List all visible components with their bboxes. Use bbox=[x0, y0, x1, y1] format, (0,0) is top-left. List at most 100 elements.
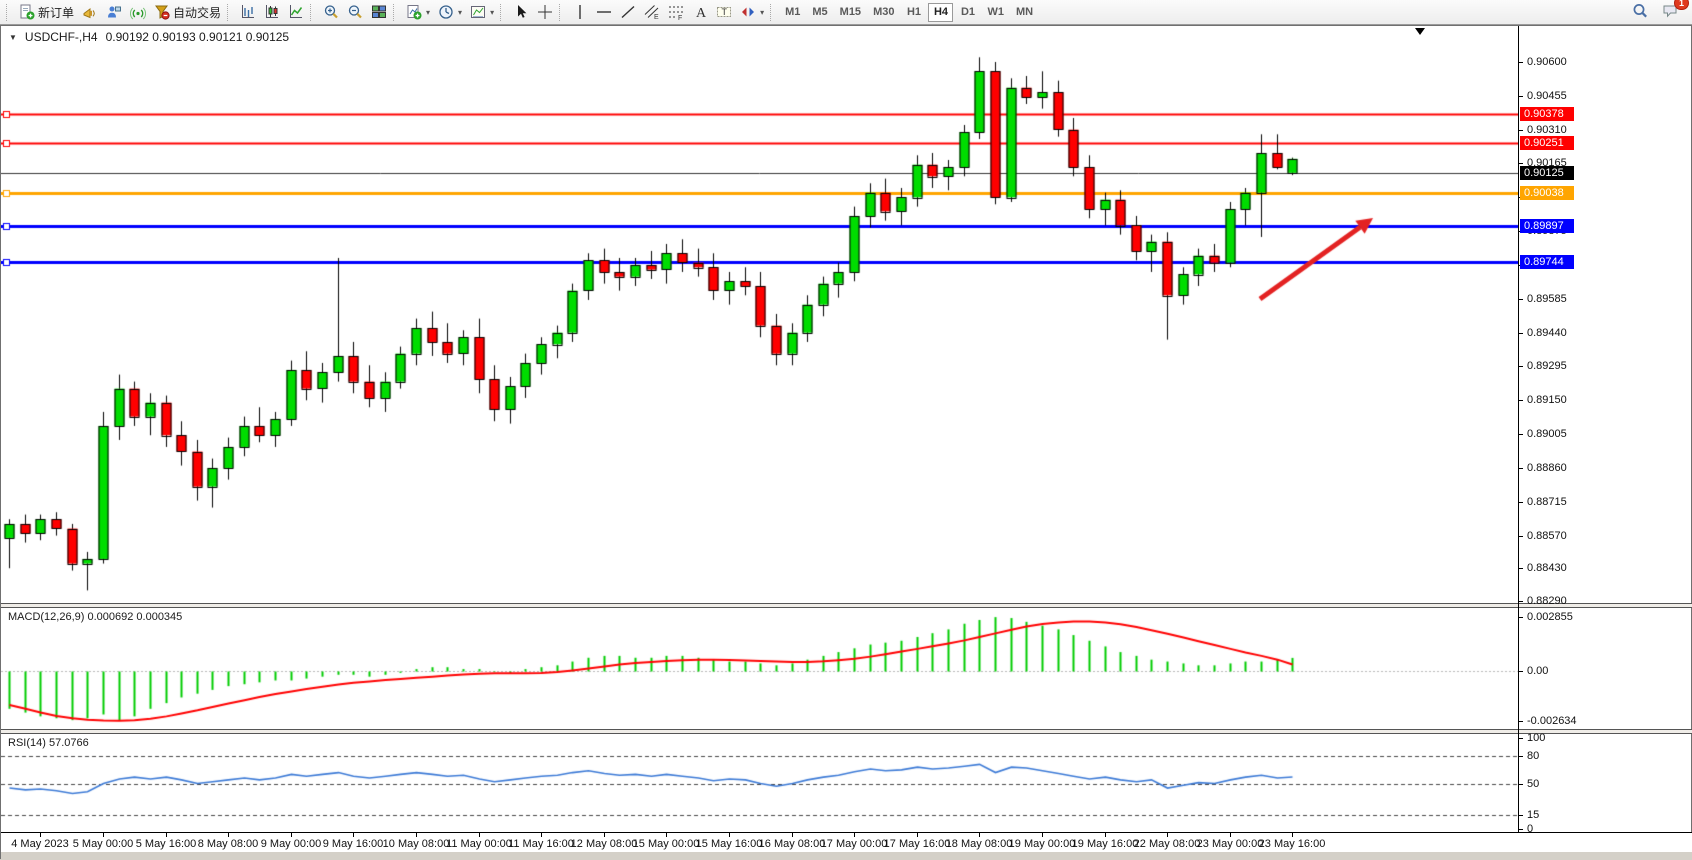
toolbar-zoom-in-button[interactable] bbox=[319, 1, 343, 23]
toolbar-fibonacci-button[interactable]: F bbox=[664, 1, 688, 23]
price-axis-tick bbox=[1518, 400, 1523, 401]
toolbar-group-grip bbox=[500, 4, 505, 21]
time-axis-label: 11 May 16:00 bbox=[508, 838, 574, 850]
toolbar-community-button[interactable] bbox=[102, 1, 126, 23]
time-axis-tick bbox=[1167, 833, 1168, 837]
toolbar-group-grip bbox=[559, 4, 564, 21]
price-chart-canvas[interactable] bbox=[1, 27, 1518, 603]
toolbar-text-label-button[interactable]: T bbox=[712, 1, 736, 23]
price-axis-line bbox=[1518, 26, 1519, 833]
tile-windows-icon bbox=[371, 4, 387, 20]
time-axis-label: 18 May 08:00 bbox=[946, 838, 1013, 850]
fibonacci-icon: F bbox=[668, 4, 684, 20]
time-axis-tick bbox=[979, 833, 980, 837]
price-axis-label: 0.90600 bbox=[1527, 56, 1567, 68]
time-axis-tick bbox=[228, 833, 229, 837]
toolbar-line-chart-button[interactable] bbox=[284, 1, 308, 23]
price-axis-tick bbox=[1518, 434, 1523, 435]
toolbar-horizontal-line-button[interactable] bbox=[592, 1, 616, 23]
rsi-pane-canvas[interactable] bbox=[1, 734, 1518, 832]
chevron-down-icon[interactable]: ▾ bbox=[426, 8, 430, 17]
chart-window: ▼ USDCHF-,H4 0.90192 0.90193 0.90121 0.9… bbox=[0, 25, 1692, 859]
rsi-indicator-label: RSI(14) 57.0766 bbox=[8, 737, 89, 749]
time-axis-tick bbox=[666, 833, 667, 837]
toolbar-candle-chart-button[interactable] bbox=[260, 1, 284, 23]
macd-pane-canvas[interactable] bbox=[1, 608, 1518, 729]
time-axis-tick bbox=[1292, 833, 1293, 837]
auto-trading-icon bbox=[154, 4, 170, 20]
macd-axis-tick bbox=[1518, 721, 1523, 722]
time-axis-tick bbox=[40, 833, 41, 837]
toolbar-text-button[interactable]: A bbox=[688, 1, 712, 23]
time-axis-label: 4 May 2023 bbox=[11, 838, 68, 850]
toolbar-cursor-button[interactable] bbox=[509, 1, 533, 23]
price-line-badge: 0.89744 bbox=[1520, 255, 1574, 269]
toolbar-arrows-button[interactable]: ▾ bbox=[736, 1, 768, 23]
time-axis-label: 8 May 08:00 bbox=[198, 838, 259, 850]
rsi-axis-tick bbox=[1518, 738, 1523, 739]
toolbar-crosshair-button[interactable] bbox=[533, 1, 557, 23]
price-axis-tick bbox=[1518, 130, 1523, 131]
price-axis-tick bbox=[1518, 62, 1523, 63]
time-axis-tick bbox=[854, 833, 855, 837]
price-axis-tick bbox=[1518, 163, 1523, 164]
timeframe-M30-button[interactable]: M30 bbox=[868, 3, 899, 22]
new-chart-icon bbox=[406, 4, 422, 20]
time-axis-tick bbox=[729, 833, 730, 837]
rsi-axis-label: 50 bbox=[1527, 778, 1539, 790]
toolbar-megaphone-button[interactable] bbox=[78, 1, 102, 23]
toolbar-group-grip bbox=[227, 4, 232, 21]
timeframe-M1-button[interactable]: M1 bbox=[780, 3, 805, 22]
time-axis-tick bbox=[1042, 833, 1043, 837]
symbol-dropdown-caret[interactable]: ▼ bbox=[9, 33, 17, 42]
toolbar-new-order-button[interactable]: 新订单 bbox=[15, 1, 78, 23]
time-axis-tick bbox=[1105, 833, 1106, 837]
crosshair-icon bbox=[537, 4, 553, 20]
price-axis-tick bbox=[1518, 96, 1523, 97]
rsi-axis-tick bbox=[1518, 756, 1523, 757]
toolbar-signals-button[interactable] bbox=[126, 1, 150, 23]
price-line-badge: 0.90378 bbox=[1520, 107, 1574, 121]
price-axis-label: 0.88570 bbox=[1527, 530, 1567, 542]
price-axis-label: 0.88860 bbox=[1527, 462, 1567, 474]
toolbar-trend-line-button[interactable] bbox=[616, 1, 640, 23]
price-line-badge: 0.90038 bbox=[1520, 186, 1574, 200]
price-axis-label: 0.89005 bbox=[1527, 428, 1567, 440]
timeframe-MN-button[interactable]: MN bbox=[1011, 3, 1038, 22]
toolbar-zoom-out-button[interactable] bbox=[343, 1, 367, 23]
toolbar-vertical-line-button[interactable] bbox=[568, 1, 592, 23]
toolbar-new-chart-button[interactable]: ▾ bbox=[402, 1, 434, 23]
time-axis-label: 10 May 08:00 bbox=[383, 838, 450, 850]
toolbar-group-grip bbox=[6, 4, 11, 21]
timeframe-H4-button[interactable]: H4 bbox=[928, 3, 953, 22]
timeframe-D1-button[interactable]: D1 bbox=[955, 3, 980, 22]
time-axis-label: 23 May 16:00 bbox=[1259, 838, 1326, 850]
timeframe-M15-button[interactable]: M15 bbox=[835, 3, 866, 22]
timeframe-H1-button[interactable]: H1 bbox=[901, 3, 926, 22]
toolbar-template-chart-button[interactable]: ▾ bbox=[466, 1, 498, 23]
toolbar-search-button[interactable] bbox=[1628, 0, 1652, 22]
macd-indicator-label: MACD(12,26,9) 0.000692 0.000345 bbox=[8, 611, 182, 623]
time-axis[interactable]: 4 May 20235 May 00:005 May 16:008 May 08… bbox=[1, 832, 1692, 852]
chevron-down-icon[interactable]: ▾ bbox=[490, 8, 494, 17]
toolbar-periods-clock-button[interactable]: ▾ bbox=[434, 1, 466, 23]
chevron-down-icon[interactable]: ▾ bbox=[458, 8, 462, 17]
toolbar-tile-windows-button[interactable] bbox=[367, 1, 391, 23]
rsi-axis-tick bbox=[1518, 829, 1523, 830]
toolbar-channel-button[interactable]: E bbox=[640, 1, 664, 23]
toolbar-auto-trading-button[interactable]: 自动交易 bbox=[150, 1, 225, 23]
macd-axis-tick bbox=[1518, 671, 1523, 672]
bar-chart-icon bbox=[240, 4, 256, 20]
time-axis-label: 9 May 16:00 bbox=[323, 838, 384, 850]
svg-text:A: A bbox=[696, 6, 707, 20]
timeframe-W1-button[interactable]: W1 bbox=[982, 3, 1009, 22]
chart-shift-marker[interactable] bbox=[1415, 28, 1425, 35]
time-axis-tick bbox=[917, 833, 918, 837]
toolbar-button-label: 新订单 bbox=[38, 4, 74, 21]
timeframe-M5-button[interactable]: M5 bbox=[807, 3, 832, 22]
toolbar-bar-chart-button[interactable] bbox=[236, 1, 260, 23]
macd-axis-label: -0.002634 bbox=[1527, 715, 1577, 727]
signals-icon bbox=[130, 4, 146, 20]
chevron-down-icon[interactable]: ▾ bbox=[760, 8, 764, 17]
time-axis-label: 15 May 16:00 bbox=[696, 838, 763, 850]
